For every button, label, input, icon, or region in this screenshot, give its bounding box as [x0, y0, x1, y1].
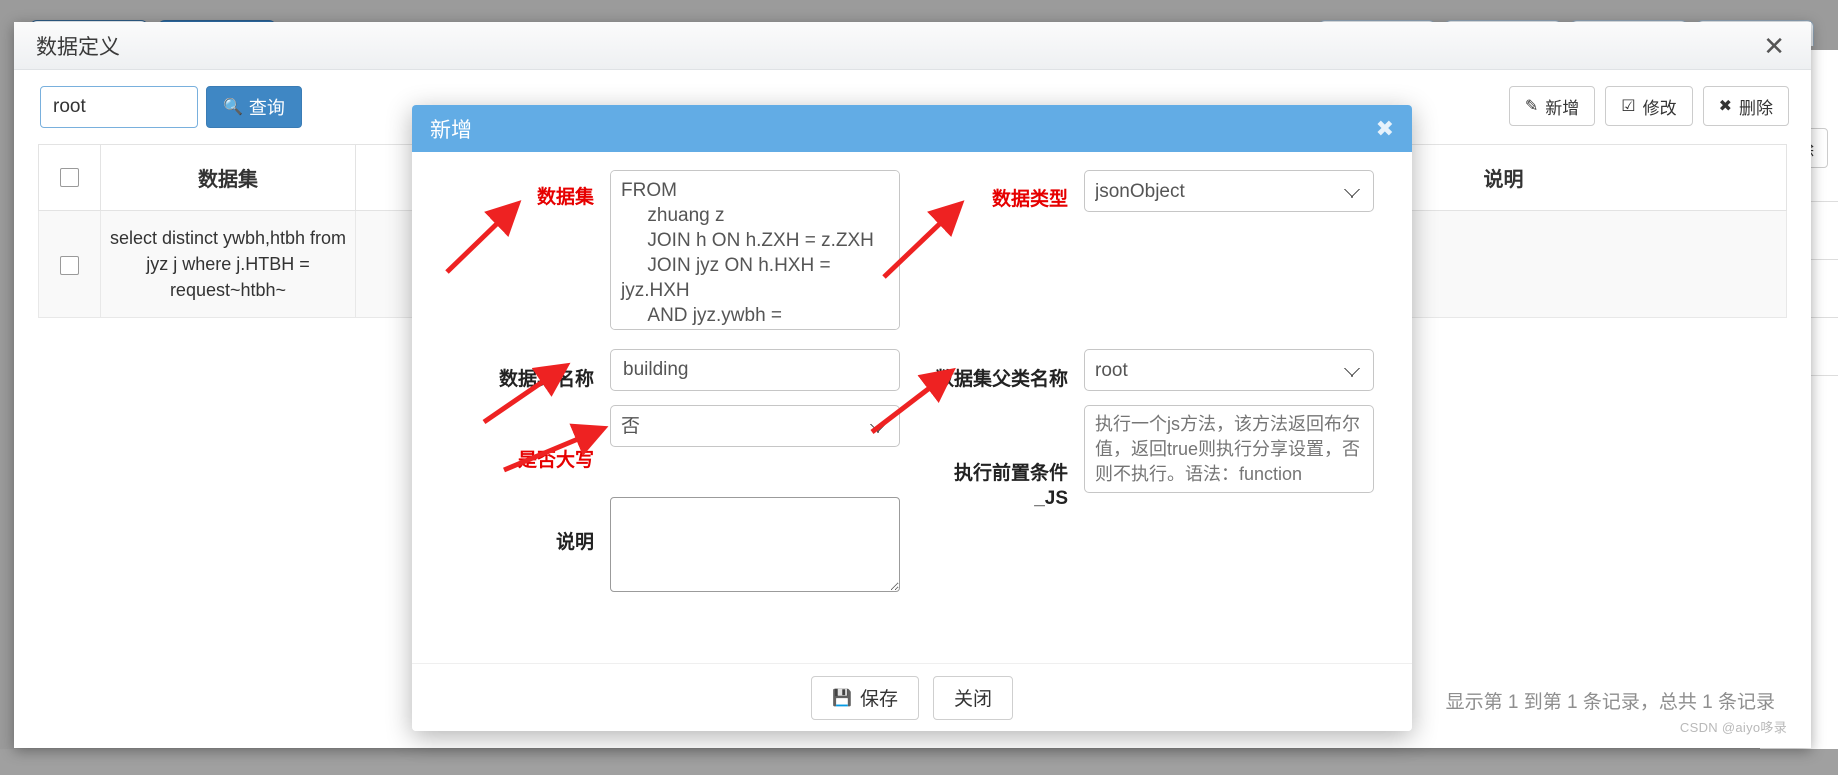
- field-pre-condition-js: [1084, 405, 1380, 512]
- modal-body: 数据集 FROM zhuang z JOIN h ON h.ZXH = z.ZX…: [412, 152, 1412, 662]
- table-header-dataset: 数据集: [100, 144, 356, 211]
- action-button-group: ✎ 新增 ☑ 修改 ✖ 删除: [1508, 86, 1789, 126]
- row-checkbox[interactable]: [60, 255, 79, 275]
- field-description: [610, 497, 906, 597]
- label-pre-condition-js: 执行前置条件 _JS: [906, 405, 1084, 512]
- modal-header: 新增 ✖: [412, 105, 1412, 152]
- background-bottom-bar: [0, 749, 1838, 775]
- table-status-text: 显示第 1 到第 1 条记录，总共 1 条记录: [1445, 692, 1775, 713]
- field-dataset-name: [610, 349, 906, 405]
- row-checkbox-cell: [38, 209, 101, 319]
- uppercase-select[interactable]: 否: [610, 405, 900, 447]
- description-row: 说明: [420, 497, 906, 597]
- label-pre-condition-js-line2: _JS: [1034, 488, 1068, 510]
- modal-footer: 💾 保存 关闭: [412, 663, 1412, 731]
- field-data-type: jsonObject: [1084, 170, 1380, 349]
- delete-button-label: 删除: [1739, 98, 1773, 118]
- add-button[interactable]: ✎ 新增: [1508, 86, 1596, 126]
- label-dataset: 数据集: [536, 187, 594, 208]
- pencil-icon: ✎: [1524, 98, 1539, 115]
- page-title: 数据定义: [36, 35, 120, 59]
- query-button-label: 查询: [248, 98, 285, 118]
- label-parent-name: 数据集父类名称: [934, 368, 1068, 390]
- pre-condition-js-textarea[interactable]: [1084, 405, 1374, 493]
- window-header: 数据定义 ✕: [14, 22, 1811, 70]
- modal-form: 数据集 FROM zhuang z JOIN h ON h.ZXH = z.ZX…: [412, 170, 1412, 512]
- save-button[interactable]: 💾 保存: [811, 675, 919, 720]
- dataset-name-input[interactable]: [610, 349, 900, 391]
- save-icon: 💾: [832, 689, 852, 707]
- select-all-checkbox[interactable]: [60, 168, 79, 188]
- table-header-checkbox: [38, 144, 101, 211]
- watermark: CSDN @aiyo哆录: [1679, 720, 1787, 735]
- close-icon[interactable]: ✖: [1376, 117, 1394, 140]
- field-uppercase: 否: [610, 405, 906, 512]
- label-uppercase: 是否大写: [517, 450, 594, 471]
- query-button[interactable]: 🔍 查询: [206, 86, 302, 128]
- times-icon: ✖: [1718, 98, 1732, 115]
- data-type-select[interactable]: jsonObject: [1084, 170, 1374, 212]
- search-icon: 🔍: [223, 99, 243, 116]
- edit-button[interactable]: ☑ 修改: [1605, 86, 1693, 126]
- edit-check-icon: ☑: [1621, 98, 1636, 115]
- description-textarea[interactable]: [610, 497, 900, 592]
- delete-button[interactable]: ✖ 删除: [1702, 86, 1789, 126]
- label-data-type: 数据类型: [991, 189, 1068, 210]
- modal-close-button[interactable]: 关闭: [932, 675, 1013, 720]
- search-input[interactable]: [40, 86, 198, 128]
- field-parent-name: root: [1084, 349, 1380, 405]
- edit-button-label: 修改: [1642, 98, 1677, 118]
- label-description: 说明: [555, 532, 594, 553]
- row-dataset-cell: select distinct ywbh,htbh from jyz j whe…: [100, 209, 356, 319]
- label-dataset-name: 数据集名称: [498, 368, 594, 390]
- modal-title: 新增: [430, 118, 472, 142]
- parent-name-select[interactable]: root: [1084, 349, 1374, 391]
- label-pre-condition-js-line1: 执行前置条件: [953, 462, 1068, 484]
- field-dataset: FROM zhuang z JOIN h ON h.ZXH = z.ZXH JO…: [610, 170, 906, 349]
- add-button-label: 新增: [1545, 98, 1580, 118]
- modal-close-button-label: 关闭: [953, 689, 992, 710]
- close-icon[interactable]: ✕: [1763, 33, 1785, 59]
- add-dataset-modal: 新增 ✖ 数据集 FROM zhuang z JOIN h ON h.ZXH =…: [412, 105, 1412, 731]
- dataset-sql-textarea[interactable]: FROM zhuang z JOIN h ON h.ZXH = z.ZXH JO…: [610, 170, 900, 330]
- save-button-label: 保存: [859, 689, 898, 710]
